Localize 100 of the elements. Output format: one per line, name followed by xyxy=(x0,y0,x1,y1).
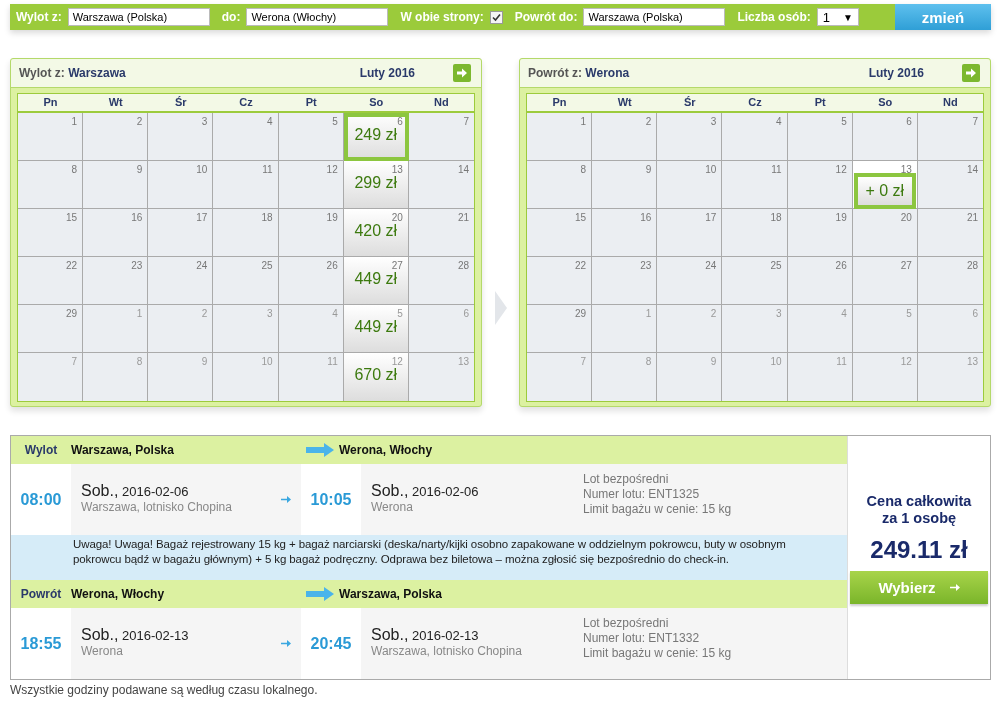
calendar-day[interactable]: 5 449 zł xyxy=(343,305,409,353)
day-number: 23 xyxy=(131,260,143,271)
calendar-day[interactable]: 20 420 zł xyxy=(343,209,409,257)
day-number: 26 xyxy=(835,260,847,271)
calendar-day[interactable]: 3 xyxy=(657,113,723,161)
calendar-day[interactable]: 15 xyxy=(527,209,593,257)
text-field[interactable]: Warszawa (Polska) xyxy=(583,8,726,26)
checkbox[interactable] xyxy=(489,10,503,24)
day-number: 13 xyxy=(391,164,403,175)
weekday-label: Wt xyxy=(107,95,124,110)
calendar-day[interactable]: 8 xyxy=(18,161,84,209)
origin-city: Warszawa, Polska xyxy=(71,443,175,457)
calendar-day[interactable]: 2 xyxy=(148,305,214,353)
price-popup[interactable]: + 0 zł xyxy=(853,173,916,209)
calendar-day[interactable]: 2 xyxy=(83,113,149,161)
calendar-day[interactable]: 22 xyxy=(527,257,593,305)
select-button[interactable]: Wybierz xyxy=(850,571,988,604)
calendar-day[interactable]: 1 xyxy=(527,113,593,161)
calendar-day[interactable]: 18 xyxy=(722,209,788,257)
calendar-day[interactable]: 5 xyxy=(852,305,918,353)
calendar-day[interactable]: 9 xyxy=(83,161,149,209)
calendar-day[interactable]: 4 xyxy=(787,305,853,353)
calendar-day[interactable]: 25 xyxy=(213,257,279,305)
calendar-day[interactable]: 23 xyxy=(83,257,149,305)
calendar-day[interactable]: 18 xyxy=(213,209,279,257)
calendar-day[interactable]: 3 xyxy=(722,305,788,353)
calendar-day[interactable]: 9 xyxy=(592,161,658,209)
day-number: 28 xyxy=(966,260,978,271)
text-field[interactable]: Warszawa (Polska) xyxy=(67,8,210,26)
calendar-title: Wylot z: Warszawa xyxy=(19,66,127,80)
day-number: 11 xyxy=(262,164,273,175)
day-number: 22 xyxy=(575,260,587,271)
change-button[interactable]: zmień xyxy=(895,4,991,30)
calendar-day[interactable]: 20 xyxy=(852,209,918,257)
calendar-day[interactable]: 4 xyxy=(722,113,788,161)
weekday-label: Wt xyxy=(616,95,633,110)
day-number: 17 xyxy=(196,212,208,223)
day-number: 2 xyxy=(645,116,652,127)
calendar-day[interactable]: 19 xyxy=(278,209,344,257)
calendar-day[interactable]: 24 xyxy=(148,257,214,305)
calendar-day[interactable]: 12 670 zł xyxy=(343,353,409,401)
day-number: 18 xyxy=(261,212,273,223)
calendar-day[interactable]: 29 xyxy=(18,305,84,353)
calendar-day[interactable]: 8 xyxy=(527,161,593,209)
calendar-day[interactable]: 1 xyxy=(18,113,84,161)
calendar-day[interactable]: 1 xyxy=(83,305,149,353)
calendar-day[interactable]: 16 xyxy=(83,209,149,257)
calendar-day[interactable]: 17 xyxy=(657,209,723,257)
calendar-day[interactable]: 10 xyxy=(657,161,723,209)
calendar-day[interactable]: 22 xyxy=(18,257,84,305)
day-number: 7 xyxy=(463,116,469,127)
calendar-day[interactable]: 15 xyxy=(18,209,84,257)
calendar-day[interactable]: 26 xyxy=(787,257,853,305)
calendar-day[interactable]: 6 249 zł xyxy=(343,113,409,161)
calendar-day[interactable]: 13 299 zł xyxy=(343,161,409,209)
calendar-day[interactable]: 2 xyxy=(657,305,723,353)
day-number: 6 xyxy=(972,308,978,319)
footer-note: Wszystkie godziny podawane są według czasu lokalnego. xyxy=(10,683,319,697)
calendar-day[interactable]: 16 xyxy=(592,209,658,257)
text-field[interactable]: Werona (Włochy) xyxy=(246,8,389,26)
calendar-day[interactable]: 10 xyxy=(148,161,214,209)
day-number: 13 xyxy=(900,164,912,175)
day-number: 19 xyxy=(835,212,847,223)
calendar-day[interactable]: 2 xyxy=(592,113,658,161)
calendar-day[interactable]: 5 xyxy=(278,113,344,161)
weekday-label: Śr xyxy=(683,95,697,110)
day-number: 15 xyxy=(66,212,78,223)
day-price: 420 zł xyxy=(353,222,399,240)
calendar-day[interactable]: 17 xyxy=(148,209,214,257)
calendar-day[interactable]: 13 + 0 zł xyxy=(852,161,918,209)
weekday-label: Cz xyxy=(238,95,254,110)
calendar-day[interactable]: 5 xyxy=(787,113,853,161)
departure-date: Sob., 2016-02-06 xyxy=(81,482,189,500)
calendar-day[interactable]: 19 xyxy=(787,209,853,257)
calendar-day[interactable]: 26 xyxy=(278,257,344,305)
day-number: 9 xyxy=(645,164,652,175)
day-number: 21 xyxy=(457,212,469,223)
day-number: 4 xyxy=(776,116,782,127)
calendar-day[interactable]: 29 xyxy=(527,305,593,353)
calendar-day[interactable]: 3 xyxy=(213,305,279,353)
calendar-day[interactable]: 25 xyxy=(722,257,788,305)
calendar-day[interactable]: 6 xyxy=(852,113,918,161)
calendar-day[interactable]: 12 xyxy=(278,161,344,209)
flight-info: Numer lotu: ENT1332 xyxy=(583,631,701,646)
day-number: 3 xyxy=(201,116,208,127)
calendar-day[interactable]: 27 xyxy=(852,257,918,305)
calendar-day[interactable]: 27 449 zł xyxy=(343,257,409,305)
calendar-day[interactable]: 4 xyxy=(278,305,344,353)
calendar-title: Powrót z: Werona xyxy=(528,66,631,80)
calendar-day[interactable]: 11 xyxy=(213,161,279,209)
calendar-day[interactable]: 24 xyxy=(657,257,723,305)
select-field[interactable]: 1 ▼ xyxy=(816,8,859,26)
calendar-day[interactable]: 11 xyxy=(722,161,788,209)
calendar-day[interactable]: 12 xyxy=(787,161,853,209)
weekday-label: Śr xyxy=(174,95,188,110)
calendar-day[interactable]: 4 xyxy=(213,113,279,161)
flight-info: Limit bagażu w cenie: 15 kg xyxy=(583,502,733,517)
calendar-day[interactable]: 1 xyxy=(592,305,658,353)
calendar-day[interactable]: 23 xyxy=(592,257,658,305)
calendar-day[interactable]: 3 xyxy=(148,113,214,161)
